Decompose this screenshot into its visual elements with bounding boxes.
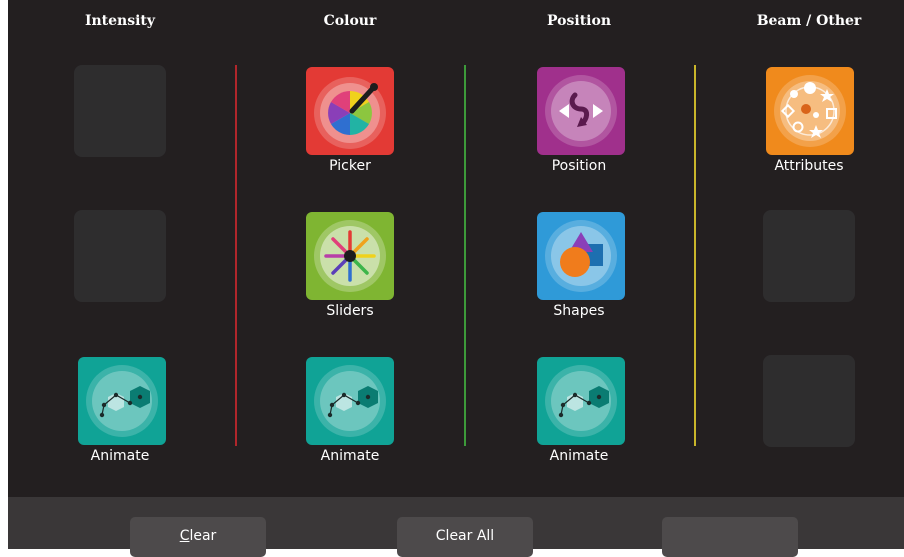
clear-button-label: lear	[189, 528, 217, 544]
picker-label: Picker	[329, 158, 371, 174]
shapes-button[interactable]	[537, 212, 625, 300]
attributes-icon	[774, 75, 846, 147]
animate-icon	[314, 365, 386, 437]
divider-colour	[235, 65, 237, 446]
empty-slot	[74, 210, 166, 302]
animate-colour-label: Animate	[320, 448, 380, 464]
sliders-button[interactable]	[306, 212, 394, 300]
empty-slot	[763, 210, 855, 302]
colour-sliders-icon	[314, 220, 386, 292]
clear-button[interactable]: Clear	[130, 517, 266, 557]
column-title-colour: Colour	[323, 13, 377, 29]
clear-all-button[interactable]: Clear All	[397, 517, 533, 557]
column-title-position: Position	[547, 13, 611, 29]
picker-button[interactable]	[306, 67, 394, 155]
animate-colour-button[interactable]	[306, 357, 394, 445]
clear-button-mnemonic: C	[179, 528, 190, 544]
animate-position-label: Animate	[549, 448, 609, 464]
animate-icon	[86, 365, 158, 437]
empty-slot	[763, 355, 855, 447]
animate-intensity-button[interactable]	[78, 357, 166, 445]
animate-position-button[interactable]	[537, 357, 625, 445]
empty-slot	[74, 65, 166, 157]
position-label: Position	[551, 158, 607, 174]
colour-picker-icon	[314, 77, 386, 149]
attributes-button[interactable]	[766, 67, 854, 155]
attributes-label: Attributes	[774, 158, 844, 174]
animate-intensity-label: Animate	[90, 448, 150, 464]
app-window: Intensity Colour Position Beam / Other A…	[8, 0, 904, 549]
shapes-icon	[545, 220, 617, 292]
column-title-beam-other: Beam / Other	[756, 13, 862, 29]
shapes-label: Shapes	[553, 303, 605, 319]
divider-position	[464, 65, 466, 446]
sliders-label: Sliders	[326, 303, 374, 319]
position-icon	[545, 75, 617, 147]
blank-button[interactable]	[662, 517, 798, 557]
divider-beam	[694, 65, 696, 446]
animate-icon	[545, 365, 617, 437]
column-title-intensity: Intensity	[84, 13, 156, 29]
bottom-toolbar: Clear Clear All	[8, 497, 904, 557]
position-button[interactable]	[537, 67, 625, 155]
